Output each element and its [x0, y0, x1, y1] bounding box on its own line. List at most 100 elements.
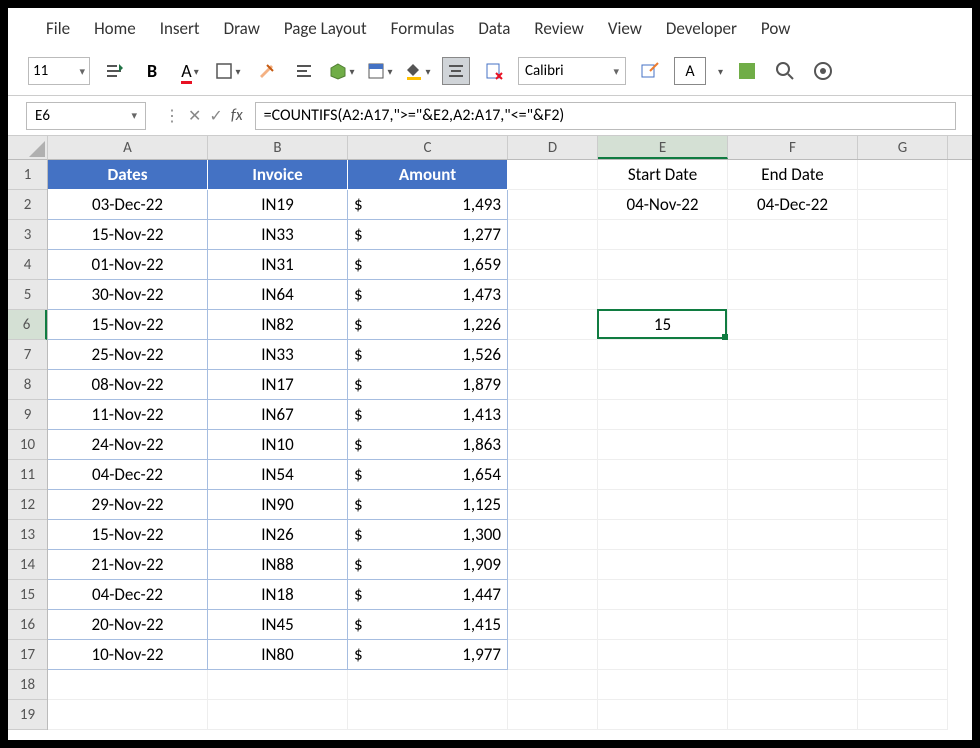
cell-amount[interactable]: $1,909 — [348, 550, 508, 580]
cell-date[interactable]: 10-Nov-22 — [48, 640, 208, 670]
cell[interactable] — [348, 700, 508, 730]
row-header-4[interactable]: 4 — [8, 250, 47, 280]
cell[interactable] — [598, 490, 728, 520]
cell[interactable] — [728, 520, 858, 550]
name-box[interactable]: E6▾ — [26, 102, 146, 130]
cell[interactable] — [728, 400, 858, 430]
cell[interactable] — [858, 460, 948, 490]
cell[interactable] — [728, 580, 858, 610]
menu-page-layout[interactable]: Page Layout — [284, 18, 367, 39]
cell[interactable] — [728, 550, 858, 580]
cell-invoice[interactable]: IN82 — [208, 310, 348, 340]
row-header-10[interactable]: 10 — [8, 430, 47, 460]
cell-date[interactable]: 11-Nov-22 — [48, 400, 208, 430]
cell[interactable] — [728, 280, 858, 310]
cell-date[interactable]: 29-Nov-22 — [48, 490, 208, 520]
cell[interactable] — [728, 250, 858, 280]
cell[interactable] — [598, 610, 728, 640]
menu-review[interactable]: Review — [534, 18, 583, 39]
cell[interactable] — [858, 370, 948, 400]
cell[interactable] — [508, 670, 598, 700]
row-header-14[interactable]: 14 — [8, 550, 47, 580]
cell[interactable] — [858, 250, 948, 280]
row-header-17[interactable]: 17 — [8, 640, 47, 670]
cell-invoice[interactable]: IN33 — [208, 340, 348, 370]
cell-invoice[interactable]: IN18 — [208, 580, 348, 610]
cell[interactable] — [598, 460, 728, 490]
cell[interactable] — [858, 550, 948, 580]
cell-date[interactable]: 01-Nov-22 — [48, 250, 208, 280]
cell-result[interactable]: 15 — [598, 310, 728, 340]
cell[interactable] — [508, 610, 598, 640]
cell[interactable] — [728, 340, 858, 370]
row-header-18[interactable]: 18 — [8, 670, 47, 700]
cell[interactable] — [508, 370, 598, 400]
cell[interactable] — [598, 430, 728, 460]
cell[interactable] — [858, 520, 948, 550]
cell[interactable] — [858, 340, 948, 370]
cell[interactable] — [508, 520, 598, 550]
cell-invoice[interactable]: IN33 — [208, 220, 348, 250]
cell[interactable] — [858, 280, 948, 310]
cell[interactable] — [508, 340, 598, 370]
cell[interactable] — [48, 670, 208, 700]
cells-area[interactable]: DatesInvoiceAmountStart DateEnd Date03-D… — [48, 160, 972, 730]
cell[interactable] — [858, 160, 948, 190]
cell-invoice[interactable]: IN80 — [208, 640, 348, 670]
conditional-format-icon[interactable]: ▾ — [366, 57, 394, 85]
cell[interactable] — [208, 700, 348, 730]
cell-date[interactable]: 25-Nov-22 — [48, 340, 208, 370]
font-size-input[interactable]: 11▾ — [28, 57, 90, 85]
cell[interactable] — [858, 430, 948, 460]
row-header-13[interactable]: 13 — [8, 520, 47, 550]
cell[interactable] — [508, 700, 598, 730]
header-invoice[interactable]: Invoice — [208, 160, 348, 190]
row-header-16[interactable]: 16 — [8, 610, 47, 640]
dropdown-icon[interactable]: ▾ — [718, 65, 723, 78]
cell[interactable] — [508, 310, 598, 340]
cell-amount[interactable]: $1,654 — [348, 460, 508, 490]
row-header-12[interactable]: 12 — [8, 490, 47, 520]
cell[interactable] — [858, 220, 948, 250]
cell[interactable] — [508, 490, 598, 520]
cell-invoice[interactable]: IN64 — [208, 280, 348, 310]
cell-invoice[interactable]: IN26 — [208, 520, 348, 550]
menu-draw[interactable]: Draw — [224, 18, 260, 39]
cell-invoice[interactable]: IN10 — [208, 430, 348, 460]
cell[interactable] — [598, 670, 728, 700]
enter-icon[interactable]: ✓ — [209, 106, 222, 126]
col-header-B[interactable]: B — [208, 136, 348, 159]
text-box-icon[interactable]: A — [674, 57, 706, 85]
cell[interactable] — [858, 640, 948, 670]
cell[interactable] — [728, 220, 858, 250]
cell[interactable] — [508, 430, 598, 460]
cell[interactable] — [508, 250, 598, 280]
cell[interactable] — [858, 400, 948, 430]
row-header-3[interactable]: 3 — [8, 220, 47, 250]
menu-insert[interactable]: Insert — [160, 18, 200, 39]
cell-start-value[interactable]: 04-Nov-22 — [598, 190, 728, 220]
cell[interactable] — [508, 460, 598, 490]
cell[interactable] — [858, 490, 948, 520]
menu-data[interactable]: Data — [478, 18, 510, 39]
col-header-C[interactable]: C — [348, 136, 508, 159]
menu-developer[interactable]: Developer — [666, 18, 737, 39]
cell[interactable] — [728, 430, 858, 460]
col-header-G[interactable]: G — [858, 136, 948, 159]
cell[interactable] — [598, 370, 728, 400]
cell[interactable] — [598, 220, 728, 250]
cell-amount[interactable]: $1,526 — [348, 340, 508, 370]
cell[interactable] — [598, 640, 728, 670]
cell-amount[interactable]: $1,226 — [348, 310, 508, 340]
cell-date[interactable]: 30-Nov-22 — [48, 280, 208, 310]
fill-color-icon[interactable]: ▾ — [404, 57, 432, 85]
cell-invoice[interactable]: IN54 — [208, 460, 348, 490]
delete-sheet-icon[interactable] — [480, 57, 508, 85]
increase-indent-icon[interactable] — [100, 57, 128, 85]
fx-icon[interactable]: fx — [231, 106, 243, 125]
cell[interactable] — [508, 640, 598, 670]
row-header-11[interactable]: 11 — [8, 460, 47, 490]
record-icon[interactable] — [809, 57, 837, 85]
cancel-icon[interactable]: ✕ — [188, 106, 201, 126]
font-name-input[interactable]: Calibri▾ — [518, 57, 626, 85]
